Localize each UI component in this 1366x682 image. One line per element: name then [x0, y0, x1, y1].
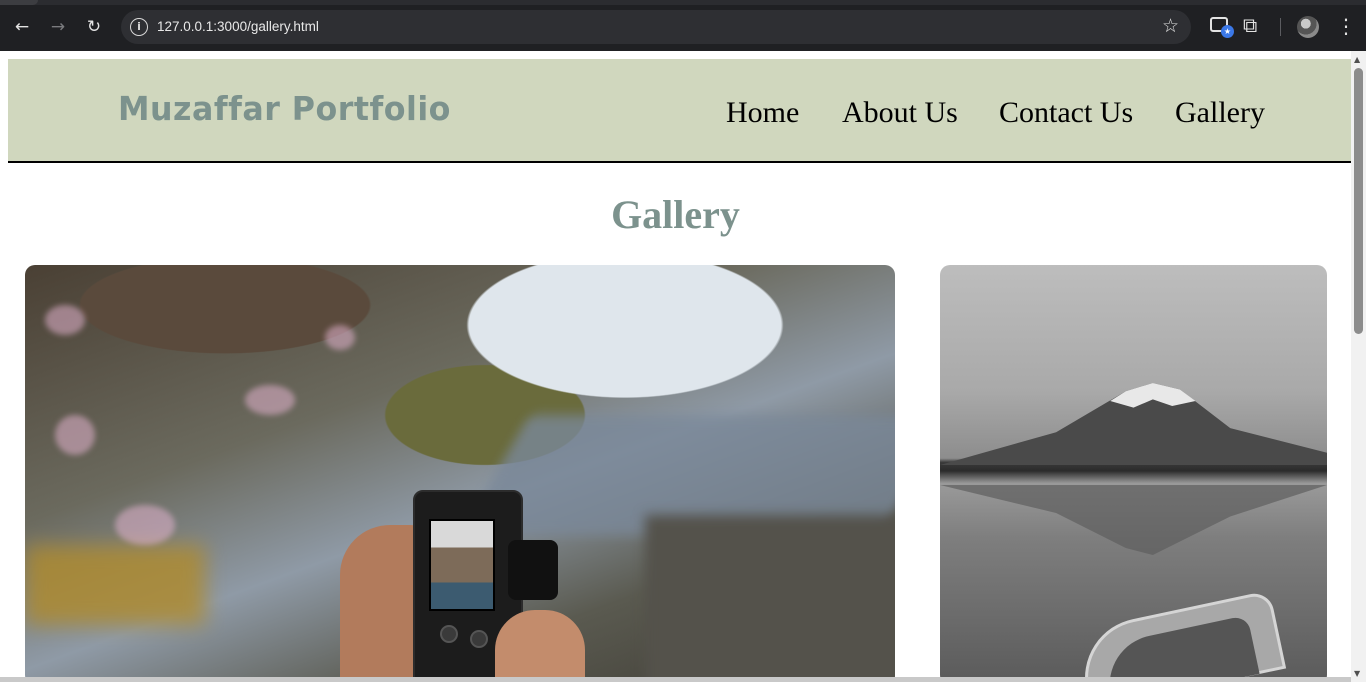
url-text[interactable]: 127.0.0.1:3000/gallery.html: [157, 19, 319, 34]
bokeh-yellow: [25, 545, 205, 625]
vertical-scrollbar[interactable]: ▲ ▼: [1351, 51, 1366, 682]
bookmark-star-icon[interactable]: ☆: [1162, 15, 1179, 37]
blossom: [325, 325, 355, 350]
camera-screen: [429, 519, 495, 611]
scroll-thumb[interactable]: [1354, 68, 1363, 334]
scroll-down-arrow-icon[interactable]: ▼: [1354, 669, 1360, 678]
camera-dial: [440, 625, 458, 643]
nav-about-us[interactable]: About Us: [842, 96, 958, 130]
reload-icon[interactable]: ↻: [82, 15, 106, 39]
scroll-up-arrow-icon[interactable]: ▲: [1354, 55, 1360, 64]
horizontal-scrollbar[interactable]: [0, 677, 1351, 682]
blossom: [245, 385, 295, 415]
nav-gallery[interactable]: Gallery: [1175, 96, 1265, 130]
browser-chrome: ← → ↻ i 127.0.0.1:3000/gallery.html ☆ ★ …: [0, 0, 1366, 51]
blossom: [55, 415, 95, 455]
gallery-image-fuji[interactable]: [940, 265, 1327, 682]
toolbar-divider: [1280, 18, 1281, 36]
back-arrow-icon[interactable]: ←: [10, 15, 34, 39]
address-bar[interactable]: i 127.0.0.1:3000/gallery.html ☆: [121, 10, 1191, 44]
puzzle-icon[interactable]: ⧉: [1243, 13, 1257, 37]
profile-avatar[interactable]: [1297, 16, 1319, 38]
nav-contact-us[interactable]: Contact Us: [999, 96, 1133, 130]
site-info-icon[interactable]: i: [130, 18, 148, 36]
camera-dial: [470, 630, 488, 648]
badge-star-icon: ★: [1221, 25, 1234, 38]
blossom: [115, 505, 175, 545]
site-header: Muzaffar Portfolio Home About Us Contact…: [8, 59, 1351, 163]
blossom: [45, 305, 85, 335]
extension-badge-icon[interactable]: ★: [1210, 17, 1234, 38]
lake-reflection: [940, 485, 1327, 555]
site-logo[interactable]: Muzaffar Portfolio: [118, 89, 451, 128]
active-tab[interactable]: [0, 0, 38, 5]
blurred-house: [645, 515, 895, 682]
forward-arrow-icon[interactable]: →: [46, 15, 70, 39]
tab-strip: [0, 0, 1366, 5]
camera-viewfinder: [508, 540, 558, 600]
nav-home[interactable]: Home: [726, 96, 799, 130]
page-viewport: Muzaffar Portfolio Home About Us Contact…: [0, 51, 1366, 682]
right-hand: [495, 610, 585, 682]
kebab-menu-icon[interactable]: ⋮: [1336, 14, 1356, 38]
gallery-image-camera[interactable]: [25, 265, 895, 682]
page-title: Gallery: [611, 192, 740, 237]
